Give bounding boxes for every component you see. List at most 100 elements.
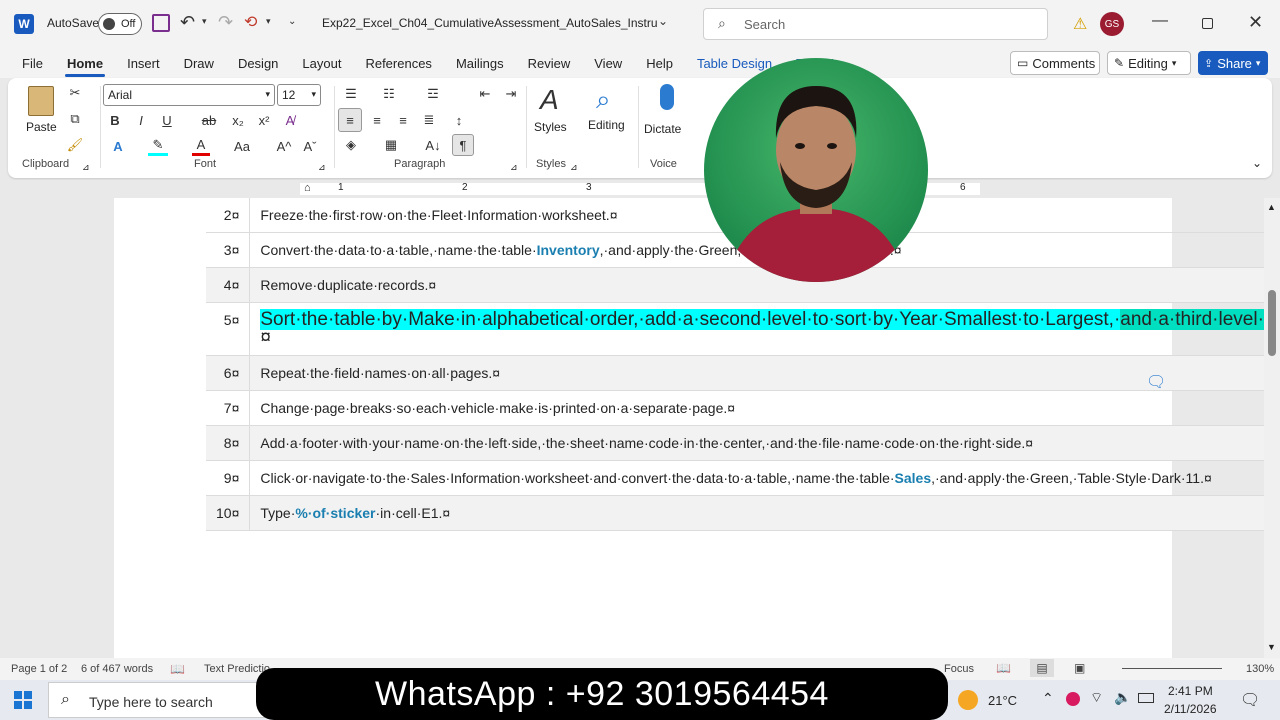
clock-time[interactable]: 2:41 PM: [1168, 684, 1213, 698]
save-icon[interactable]: [152, 14, 170, 32]
tab-draw[interactable]: Draw: [182, 52, 216, 75]
tab-home[interactable]: Home: [64, 52, 106, 77]
subscript-button[interactable]: x₂: [228, 110, 248, 130]
font-size-select[interactable]: 12 ▾: [277, 84, 321, 106]
proofing-icon[interactable]: 📖: [170, 662, 185, 676]
minimize-icon[interactable]: —: [1152, 12, 1168, 30]
notifications-icon[interactable]: 🗨: [1240, 690, 1260, 710]
document-title[interactable]: Exp22_Excel_Ch04_CumulativeAssessment_Au…: [322, 16, 658, 30]
shading-icon[interactable]: ◈: [340, 134, 362, 156]
print-layout-icon[interactable]: ▤: [1030, 659, 1054, 677]
cut-icon[interactable]: ✂: [66, 84, 84, 102]
font-color-button[interactable]: A: [192, 136, 210, 156]
indent-marker-icon[interactable]: ⌂: [304, 182, 311, 194]
comments-button[interactable]: ▭ Comments: [1010, 51, 1100, 75]
font-launcher-icon[interactable]: ⊿: [318, 162, 326, 173]
step-description[interactable]: Change·page·breaks·so·each·vehicle·make·…: [249, 390, 1264, 426]
line-spacing-icon[interactable]: ↕: [448, 108, 470, 132]
tab-mailings[interactable]: Mailings: [454, 52, 506, 75]
horizontal-ruler[interactable]: 1 2 3 6 ⌂: [0, 180, 1264, 198]
collapse-ribbon-icon[interactable]: ⌄: [1252, 156, 1262, 170]
tab-file[interactable]: File: [20, 52, 45, 75]
tab-insert[interactable]: Insert: [125, 52, 162, 75]
zoom-level[interactable]: 130%: [1246, 663, 1274, 675]
web-layout-icon[interactable]: ▣: [1074, 661, 1085, 675]
align-center-icon[interactable]: ≡: [366, 108, 388, 132]
step-description[interactable]: Repeat·the·field·names·on·all·pages.¤: [249, 355, 1264, 391]
tab-view[interactable]: View: [592, 52, 624, 75]
styles-launcher-icon[interactable]: ⊿: [570, 162, 578, 173]
step-description[interactable]: Add·a·footer·with·your·name·on·the·left·…: [249, 425, 1264, 461]
autosave-toggle[interactable]: Off: [98, 13, 142, 35]
close-icon[interactable]: ✕: [1248, 12, 1263, 33]
copy-icon[interactable]: ⧉: [66, 110, 84, 128]
wifi-icon[interactable]: ⌔: [1090, 689, 1103, 707]
redo-icon[interactable]: ↷: [218, 12, 233, 33]
clock-date[interactable]: 2/11/2026: [1164, 702, 1217, 716]
decrease-indent-icon[interactable]: ⇤: [474, 84, 496, 104]
align-left-icon[interactable]: ≡: [338, 108, 362, 132]
weather-icon[interactable]: [958, 690, 978, 710]
zoom-slider[interactable]: [1122, 668, 1222, 669]
format-painter-icon[interactable]: 🖌: [66, 136, 84, 154]
volume-icon[interactable]: 🔈: [1114, 689, 1131, 706]
step-description[interactable]: Remove·duplicate·records.¤: [249, 267, 1264, 303]
tab-references[interactable]: References: [363, 52, 433, 75]
clear-formatting-icon[interactable]: A̸: [280, 110, 300, 130]
record-icon[interactable]: [1066, 692, 1080, 706]
superscript-button[interactable]: x²: [254, 110, 274, 130]
scroll-up-icon[interactable]: ▲: [1267, 202, 1276, 212]
battery-icon[interactable]: [1138, 693, 1154, 703]
grow-font-icon[interactable]: A^: [274, 136, 294, 156]
sort-icon[interactable]: A↓: [422, 134, 444, 156]
font-name-select[interactable]: Arial ▾: [103, 84, 275, 106]
numbering-icon[interactable]: ☷: [378, 84, 400, 104]
strikethrough-button[interactable]: ab: [198, 110, 220, 130]
paragraph-launcher-icon[interactable]: ⊿: [510, 162, 518, 173]
format-painter-qa-icon[interactable]: ⟲: [244, 12, 257, 32]
dictate-button[interactable]: Dictate: [644, 84, 694, 150]
page-count[interactable]: Page 1 of 2: [11, 663, 67, 675]
highlight-icon[interactable]: ✎: [148, 136, 168, 156]
step-description[interactable]: Type·%·of·sticker·in·cell·E1.¤: [249, 495, 1264, 531]
undo-icon[interactable]: ↶: [180, 12, 195, 33]
editing-mode-button[interactable]: ✎ Editing ▾: [1107, 51, 1191, 75]
warning-icon[interactable]: ⚠: [1073, 14, 1087, 34]
customize-qat-icon[interactable]: ⌄: [288, 16, 296, 27]
share-button[interactable]: ⇪ Share ▾: [1198, 51, 1268, 75]
show-formatting-icon[interactable]: ¶: [452, 134, 474, 156]
word-count[interactable]: 6 of 467 words: [81, 663, 153, 675]
step-description[interactable]: Click·or·navigate·to·the·Sales·Informati…: [249, 460, 1264, 496]
editing-button[interactable]: ⌕ Editing: [586, 84, 636, 150]
text-effects-icon[interactable]: A: [108, 136, 128, 156]
paste-button[interactable]: Paste: [24, 84, 58, 136]
increase-indent-icon[interactable]: ⇥: [500, 84, 522, 104]
scrollbar-thumb[interactable]: [1268, 290, 1276, 356]
avatar[interactable]: GS: [1100, 12, 1124, 36]
borders-icon[interactable]: ▦: [380, 134, 402, 156]
underline-button[interactable]: U: [158, 110, 176, 130]
title-dropdown-icon[interactable]: ⌄: [658, 14, 668, 28]
tab-design[interactable]: Design: [236, 52, 280, 75]
multilevel-list-icon[interactable]: ☲: [422, 84, 444, 104]
italic-button[interactable]: I: [132, 110, 150, 130]
bold-button[interactable]: B: [106, 110, 124, 130]
qa-dropdown-icon[interactable]: ▾: [266, 16, 271, 27]
bullets-icon[interactable]: ☰: [340, 84, 362, 104]
align-right-icon[interactable]: ≡: [392, 108, 414, 132]
new-comment-icon[interactable]: 🗨: [1146, 372, 1166, 392]
justify-icon[interactable]: ≣: [418, 108, 440, 132]
read-mode-icon[interactable]: 📖: [996, 661, 1011, 675]
clipboard-launcher-icon[interactable]: ⊿: [82, 162, 90, 173]
vertical-scrollbar[interactable]: ▲ ▼: [1264, 198, 1280, 658]
tray-chevron-icon[interactable]: ⌃: [1042, 690, 1054, 707]
change-case-button[interactable]: Aa: [230, 136, 254, 156]
tab-layout[interactable]: Layout: [300, 52, 343, 75]
step-description[interactable]: Sort·the·table·by·Make·in·alphabetical·o…: [249, 302, 1264, 356]
windows-start-icon[interactable]: [14, 691, 32, 709]
restore-icon[interactable]: [1202, 18, 1213, 29]
tab-help[interactable]: Help: [644, 52, 675, 75]
styles-button[interactable]: A Styles: [532, 84, 576, 150]
focus-button[interactable]: Focus: [944, 663, 974, 675]
undo-dropdown-icon[interactable]: ▾: [202, 16, 207, 27]
